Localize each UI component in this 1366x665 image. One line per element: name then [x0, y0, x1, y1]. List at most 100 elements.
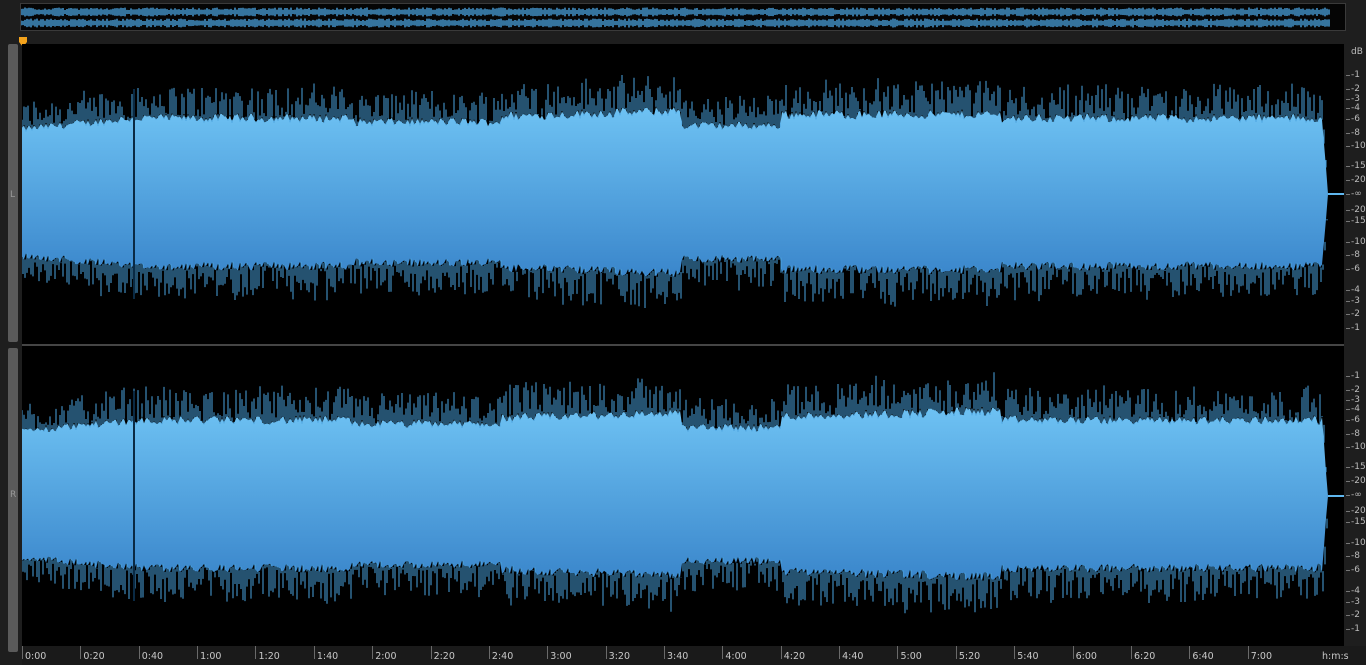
timeline-tick [1247, 646, 1249, 659]
db-tick [1346, 467, 1350, 468]
timeline-tick [722, 646, 724, 659]
db-tick [1346, 75, 1350, 76]
overview-channel-wave [20, 18, 1330, 28]
waveform-body [22, 407, 1344, 581]
db-tick [1346, 269, 1350, 270]
db-tick [1346, 543, 1350, 544]
timeline-label: 2:40 [491, 651, 514, 662]
db-tick [1346, 180, 1350, 181]
timeline-label: 3:20 [608, 651, 630, 662]
db-tick [1346, 390, 1350, 391]
timeline-label: 5:40 [1017, 651, 1039, 662]
timeline-label: 6:40 [1192, 651, 1214, 662]
db-label: -10 [1351, 141, 1366, 151]
timeline-tick [138, 646, 140, 659]
db-tick [1346, 290, 1350, 291]
db-label: -6 [1351, 565, 1360, 575]
timeline-tick [547, 646, 549, 659]
channel-label-left: L [10, 190, 16, 200]
timeline-label: 4:20 [783, 651, 806, 662]
timeline-tick [955, 646, 957, 659]
db-tick [1346, 99, 1350, 100]
overview-waveform[interactable] [20, 3, 1346, 31]
db-unit-label: dB [1351, 47, 1363, 57]
db-tick [1346, 194, 1350, 195]
db-label: -4 [1351, 103, 1360, 113]
db-label: -2 [1351, 84, 1360, 94]
db-label: -8 [1351, 128, 1360, 138]
db-tick [1346, 511, 1350, 512]
timeline-label: 2:20 [433, 651, 455, 662]
timeline-tick [197, 646, 199, 659]
db-tick [1346, 242, 1350, 243]
timeline-tick [1072, 646, 1074, 659]
db-label: -15 [1351, 517, 1366, 527]
timeline-tick [488, 646, 490, 659]
db-label: -3 [1351, 296, 1360, 306]
db-label: -10 [1351, 538, 1366, 548]
timeline-tick [313, 646, 315, 659]
timeline-tick [22, 646, 23, 659]
db-tick [1346, 108, 1350, 109]
db-label: -∞ [1351, 490, 1362, 500]
db-tick [1346, 481, 1350, 482]
db-label: -20 [1351, 506, 1366, 516]
waveform-channel-right [22, 372, 1344, 614]
timeline-label: 1:20 [258, 651, 280, 662]
db-tick [1346, 301, 1350, 302]
db-tick [1346, 602, 1350, 603]
db-tick [1346, 556, 1350, 557]
db-tick [1346, 89, 1350, 90]
db-tick [1346, 409, 1350, 410]
db-tick [1346, 255, 1350, 256]
timeline-label: 1:00 [200, 651, 222, 662]
timeline-label: 1:40 [316, 651, 339, 662]
db-scale: dB -1 -2 -3 -4 -6 -8 -10 -15 -20 -∞ -20 -15 -10 -8 -6-… [1346, 44, 1366, 646]
db-label: -2 [1351, 610, 1360, 620]
db-label: -8 [1351, 551, 1360, 561]
db-tick [1346, 570, 1350, 571]
timeline-label: 4:00 [725, 651, 747, 662]
db-label: -3 [1351, 597, 1360, 607]
db-label: -20 [1351, 205, 1366, 215]
overview-channel-wave [20, 7, 1330, 17]
db-label: -10 [1351, 237, 1366, 247]
timeline-label: 0:20 [83, 651, 105, 662]
db-label: -6 [1351, 415, 1360, 425]
waveform-display[interactable] [22, 44, 1344, 646]
timeline-tick [80, 646, 82, 659]
db-tick [1346, 314, 1350, 315]
db-tick [1346, 495, 1350, 496]
db-tick [1346, 420, 1350, 421]
db-tick [1346, 376, 1350, 377]
db-label: -10 [1351, 442, 1366, 452]
db-tick [1346, 615, 1350, 616]
db-label: -15 [1351, 462, 1366, 472]
timeline-label: 6:00 [1075, 651, 1097, 662]
db-label: -20 [1351, 175, 1366, 185]
timeline-tick [1189, 646, 1191, 659]
db-label: -20 [1351, 476, 1366, 486]
timeline-label: 6:20 [1133, 651, 1156, 662]
db-label: -2 [1351, 309, 1360, 319]
channel-label-right: R [10, 490, 17, 500]
timeline-ruler[interactable]: h:m:s 0:00 0:20 0:40 1:00 1:20 1:40 2:00 2:20 2:… [22, 646, 1366, 665]
db-tick [1346, 447, 1350, 448]
db-tick [1346, 328, 1350, 329]
timeline-label: 5:20 [958, 651, 981, 662]
db-label: -1 [1351, 371, 1360, 381]
timeline-label: 5:00 [900, 651, 922, 662]
db-tick [1346, 400, 1350, 401]
db-tick [1346, 629, 1350, 630]
channel-selector-right[interactable] [8, 348, 18, 652]
timeline-tick [780, 646, 782, 659]
db-label: -4 [1351, 404, 1360, 414]
db-label: -2 [1351, 385, 1360, 395]
db-label: -1 [1351, 70, 1360, 80]
timeline-label: 3:40 [667, 651, 689, 662]
db-tick [1346, 166, 1350, 167]
db-label: -15 [1351, 161, 1366, 171]
db-tick [1346, 221, 1350, 222]
db-label: -8 [1351, 429, 1360, 439]
channel-selector-rail[interactable] [8, 44, 18, 652]
